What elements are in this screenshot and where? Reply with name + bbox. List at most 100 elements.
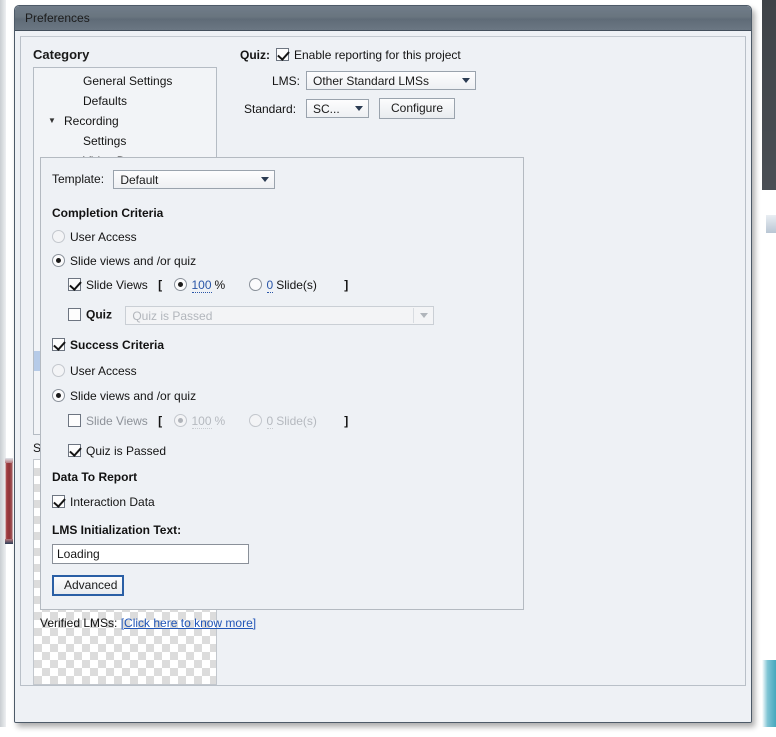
quiz-enable-row: Quiz: Enable reporting for this project xyxy=(226,45,741,67)
chevron-down-icon[interactable]: ▼ xyxy=(46,111,58,131)
category-heading: Category xyxy=(33,47,90,62)
sidebar-item-label: General Settings xyxy=(83,74,173,88)
dialog-content-panel: Category General Settings Defaults ▼ Record… xyxy=(20,36,746,686)
template-label: Template: xyxy=(52,171,105,186)
success-slide-views-row: Slide Views [ 100% 0 Slide(s) ] xyxy=(68,414,348,429)
dialog-titlebar[interactable]: Preferences xyxy=(15,6,751,31)
completion-user-access-radio[interactable] xyxy=(52,230,65,243)
completion-quiz-dropdown: Quiz is Passed xyxy=(125,306,435,325)
completion-slides-value[interactable]: 0 xyxy=(266,278,274,293)
lms-row: LMS: Other Standard LMSs xyxy=(226,67,741,94)
dropdown-separator xyxy=(413,308,415,323)
success-user-access-radio[interactable] xyxy=(52,364,65,377)
completion-slides-option[interactable]: 0 Slide(s) xyxy=(248,278,321,293)
success-slide-views-quiz-label: Slide views and /or quiz xyxy=(70,389,197,403)
success-criteria-checkbox[interactable] xyxy=(52,338,65,351)
configure-button[interactable]: Configure xyxy=(379,98,455,119)
background-red-accent-bottom xyxy=(5,539,13,544)
lms-label: LMS: xyxy=(272,74,301,88)
background-bottom-band xyxy=(0,727,776,737)
completion-slides-radio[interactable] xyxy=(248,278,262,291)
background-teal-accent xyxy=(762,660,776,737)
chevron-down-icon xyxy=(350,100,368,117)
standard-dropdown[interactable]: SC... xyxy=(306,99,369,118)
success-quiz-is-passed-label: Quiz is Passed xyxy=(86,444,167,458)
completion-quiz-row: Quiz Quiz is Passed xyxy=(68,306,435,325)
data-to-report-heading: Data To Report xyxy=(52,470,138,484)
sidebar-item-label: Settings xyxy=(83,134,127,148)
success-slides-option: 0 Slide(s) xyxy=(248,414,321,429)
dialog-footer: Help... OK Cancel xyxy=(15,691,751,722)
chevron-down-icon xyxy=(256,171,274,188)
success-percent-radio xyxy=(173,414,187,427)
background-red-accent xyxy=(5,463,13,541)
enable-reporting-checkbox-wrap[interactable]: Enable reporting for this project xyxy=(276,48,461,62)
template-dropdown[interactable]: Default xyxy=(113,170,276,189)
success-slide-views-quiz-row[interactable]: Slide views and /or quiz xyxy=(52,389,196,403)
template-dropdown-value: Default xyxy=(120,173,159,187)
completion-user-access-label: User Access xyxy=(70,230,137,244)
completion-percent-radio[interactable] xyxy=(173,278,187,291)
lms-initialization-text-input[interactable] xyxy=(52,544,249,564)
completion-slide-views-quiz-row[interactable]: Slide views and /or quiz xyxy=(52,254,196,268)
enable-reporting-checkbox[interactable] xyxy=(276,48,289,61)
success-slide-views-checkbox[interactable] xyxy=(68,414,81,427)
dialog-title: Preferences xyxy=(25,11,90,25)
sidebar-item-general-settings[interactable]: General Settings xyxy=(34,71,216,91)
completion-quiz-label: Quiz xyxy=(86,307,112,322)
completion-percent-value[interactable]: 100 xyxy=(191,278,212,293)
standard-label: Standard: xyxy=(244,102,297,116)
success-user-access-row[interactable]: User Access xyxy=(52,364,137,378)
standard-dropdown-value: SC... xyxy=(313,102,340,116)
interaction-data-checkbox[interactable] xyxy=(52,495,65,508)
success-bracket-open: [ xyxy=(158,414,163,428)
background-dark-panel-right xyxy=(762,0,776,190)
sidebar-item-label: Defaults xyxy=(83,94,128,108)
completion-slide-views-checkbox[interactable] xyxy=(68,278,81,291)
completion-slide-views-label: Slide Views xyxy=(86,278,148,292)
quiz-label: Quiz: xyxy=(240,48,270,62)
dialog-client-area: Category General Settings Defaults ▼ Record… xyxy=(15,31,751,722)
success-percent-value: 100 xyxy=(191,414,212,429)
completion-bracket-open: [ xyxy=(158,278,163,292)
sidebar-item-recording[interactable]: ▼ Recording xyxy=(34,111,216,131)
lms-dropdown-value: Other Standard LMSs xyxy=(313,74,430,88)
completion-slides-unit: Slide(s) xyxy=(276,278,317,292)
verified-lms-label: Verified LMSs: xyxy=(40,616,118,630)
completion-slide-views-row: Slide Views [ 100% 0 Slide(s) ] xyxy=(68,278,349,293)
sidebar-item-defaults[interactable]: Defaults xyxy=(34,91,216,111)
success-percent-option: 100% xyxy=(173,414,229,429)
success-quiz-is-passed-checkbox[interactable] xyxy=(68,444,81,457)
preferences-dialog: Preferences Category General Settings Def… xyxy=(14,5,752,723)
enable-reporting-label: Enable reporting for this project xyxy=(294,48,461,62)
template-row: Template: Default xyxy=(52,170,276,189)
reporting-options-groupbox: Template: Default Completion Criteria Us… xyxy=(40,157,524,610)
background-right-accent xyxy=(766,215,776,233)
completion-slide-views-quiz-radio[interactable] xyxy=(52,254,65,267)
success-slide-views-quiz-radio[interactable] xyxy=(52,389,65,402)
success-criteria-heading-row: Success Criteria xyxy=(52,338,164,352)
completion-slide-views-quiz-label: Slide views and /or quiz xyxy=(70,254,197,268)
interaction-data-label: Interaction Data xyxy=(70,495,155,509)
completion-percent-unit: % xyxy=(214,278,226,292)
success-quiz-is-passed-row[interactable]: Quiz is Passed xyxy=(68,444,166,458)
lms-dropdown[interactable]: Other Standard LMSs xyxy=(306,71,476,90)
success-slides-unit: Slide(s) xyxy=(276,414,317,428)
sidebar-item-settings[interactable]: Settings xyxy=(34,131,216,151)
interaction-data-row[interactable]: Interaction Data xyxy=(52,495,155,509)
completion-percent-option[interactable]: 100% xyxy=(173,278,229,293)
completion-user-access-row[interactable]: User Access xyxy=(52,230,137,244)
advanced-button[interactable]: Advanced xyxy=(52,575,124,596)
success-percent-unit: % xyxy=(214,414,226,428)
lms-initialization-text-label: LMS Initialization Text: xyxy=(52,523,182,537)
success-user-access-label: User Access xyxy=(70,364,137,378)
completion-quiz-dropdown-value: Quiz is Passed xyxy=(132,309,213,323)
chevron-down-icon xyxy=(415,307,433,324)
success-slide-views-label: Slide Views xyxy=(86,414,148,428)
success-slides-value: 0 xyxy=(266,414,274,429)
chevron-down-icon xyxy=(457,72,475,89)
completion-bracket-close: ] xyxy=(344,278,349,292)
completion-quiz-checkbox[interactable] xyxy=(68,307,81,321)
verified-lms-link[interactable]: [Click here to know more] xyxy=(121,616,256,630)
sidebar-item-label: Recording xyxy=(64,114,119,128)
